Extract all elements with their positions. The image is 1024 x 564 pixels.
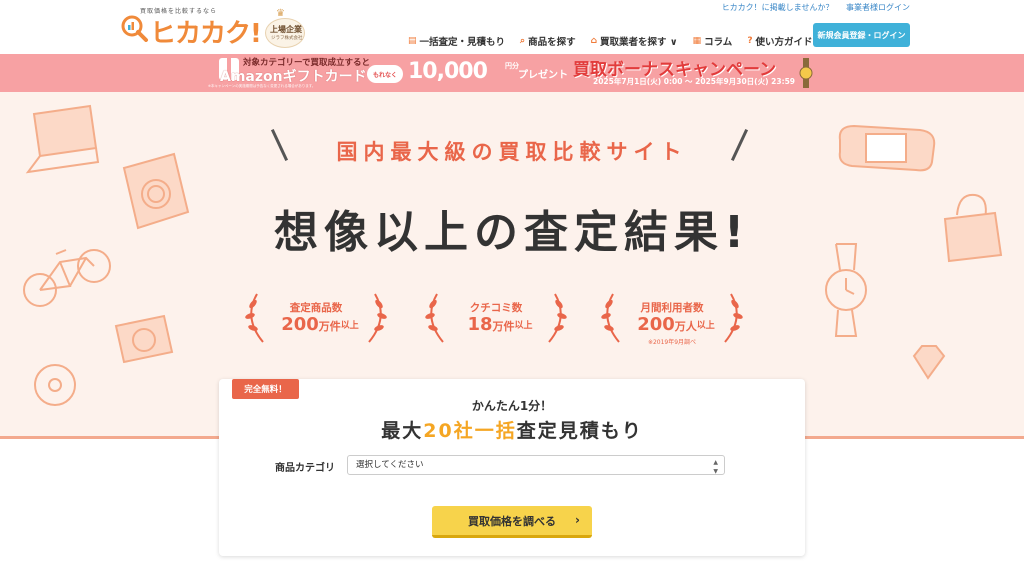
stat-reviews: クチコミ数 18万件以上 [421, 288, 571, 348]
magnifier-logo-icon[interactable] [120, 14, 150, 42]
search-icon: ⌕ [520, 36, 526, 46]
column-icon: ▦ [692, 36, 702, 46]
check-price-button[interactable]: 買取価格を調べる › [432, 506, 592, 538]
chevron-right-icon: › [575, 513, 580, 527]
disc-icon [34, 364, 76, 406]
free-badge: 完全無料！ [232, 379, 299, 399]
diamond-icon [912, 345, 946, 380]
hero-headline: 想像以上の査定結果! [273, 207, 751, 258]
question-icon: ? [747, 36, 753, 46]
camera-icon [114, 314, 174, 364]
main-nav: ▤ 一括査定・見積もり ⌕ 商品を探す ⌂ 買取業者を探す ∨ ▦ コラム ? 使い方ガイ… [408, 34, 813, 48]
watch-icon [799, 58, 813, 88]
form-subtitle: かんたん1分！ [471, 399, 553, 413]
form-title: 最大20社一括査定見積もり [381, 420, 643, 442]
site-logo[interactable]: ヒカカク! [150, 13, 262, 50]
nav-find-buyers[interactable]: ⌂ 買取業者を探す ∨ [591, 34, 678, 48]
select-arrows-icon: ▲ ▼ [713, 459, 718, 475]
business-login-link[interactable]: 事業者様ログイン [846, 3, 910, 12]
campaign-banner[interactable]: 対象カテゴリーで買取成立すると Amazonギフトカード もれなく 10,000… [0, 54, 1024, 92]
category-select[interactable]: 選択してください ▲ ▼ [347, 455, 725, 475]
nav-guide[interactable]: ? 使い方ガイド [747, 34, 812, 48]
nav-find-products[interactable]: ⌕ 商品を探す [520, 34, 576, 48]
category-label: 商品カテゴリ [275, 463, 335, 474]
listed-company-badge: ♛ 上場企業 ジラフ株式会社 [262, 8, 308, 50]
advertise-link[interactable]: ヒカカク！に掲載しませんか？ [722, 3, 834, 12]
stat-footnote: ※2019年9月調べ [647, 339, 697, 346]
stat-products: 査定商品数 200万件以上 [241, 288, 391, 348]
hero-subtitle: 国内最大級の買取比較サイト [336, 140, 688, 164]
calculator-icon: ▤ [408, 36, 417, 46]
top-links: ヒカカク！に掲載しませんか？ 事業者様ログイン [712, 2, 910, 13]
nav-bulk-quote[interactable]: ▤ 一括査定・見積もり [408, 34, 505, 48]
campaign-amount: 10,000 [408, 59, 488, 84]
nav-column[interactable]: ▦ コラム [693, 34, 733, 48]
campaign-period: 2025年7月1日(火) 0:00 ～ 2025年9月30日(火) 23:59 [593, 77, 796, 86]
register-login-button[interactable]: 新規会員登録・ログイン [813, 23, 910, 47]
stat-users: 月間利用者数 200万人以上 ※2019年9月調べ [597, 288, 747, 348]
shop-icon: ⌂ [590, 36, 598, 46]
site-header: 買取価格を比較するなら ヒカカク! ♛ 上場企業 ジラフ株式会社 ヒカカク！に掲… [0, 0, 1024, 54]
campaign-pill: もれなく [367, 65, 403, 83]
